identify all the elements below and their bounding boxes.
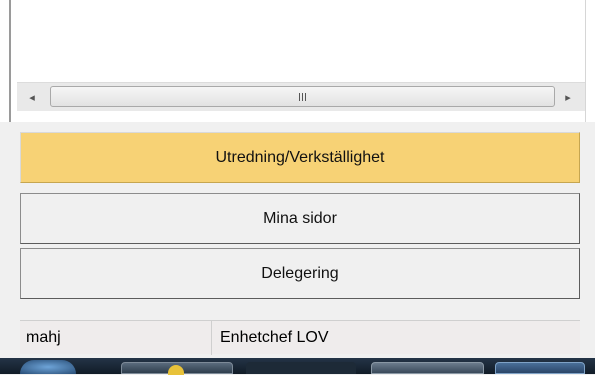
start-button-icon[interactable] (20, 360, 76, 374)
panel-left-border (9, 0, 11, 122)
status-bar: mahj Enhetchef LOV (20, 320, 580, 355)
status-user: mahj (20, 321, 212, 355)
horizontal-scrollbar[interactable]: ◂ ▸ (17, 82, 585, 111)
taskbar-app-button[interactable] (371, 362, 484, 374)
scrollbar-thumb[interactable] (50, 86, 555, 107)
scroll-right-arrow-icon[interactable]: ▸ (555, 83, 581, 111)
taskbar-app-button[interactable] (495, 362, 585, 374)
nav-button-delegering[interactable]: Delegering (20, 248, 580, 299)
nav-button-mina-sidor[interactable]: Mina sidor (20, 193, 580, 244)
taskbar-app-button[interactable] (121, 362, 233, 375)
taskbar (0, 358, 595, 375)
nav-button-utredning[interactable]: Utredning/Verkställighet (20, 132, 580, 183)
grip-icon (299, 92, 306, 101)
taskbar-app-button[interactable] (246, 362, 356, 374)
scroll-left-arrow-icon[interactable]: ◂ (19, 83, 45, 111)
status-role: Enhetchef LOV (220, 329, 329, 346)
panel-right-border (585, 0, 586, 122)
